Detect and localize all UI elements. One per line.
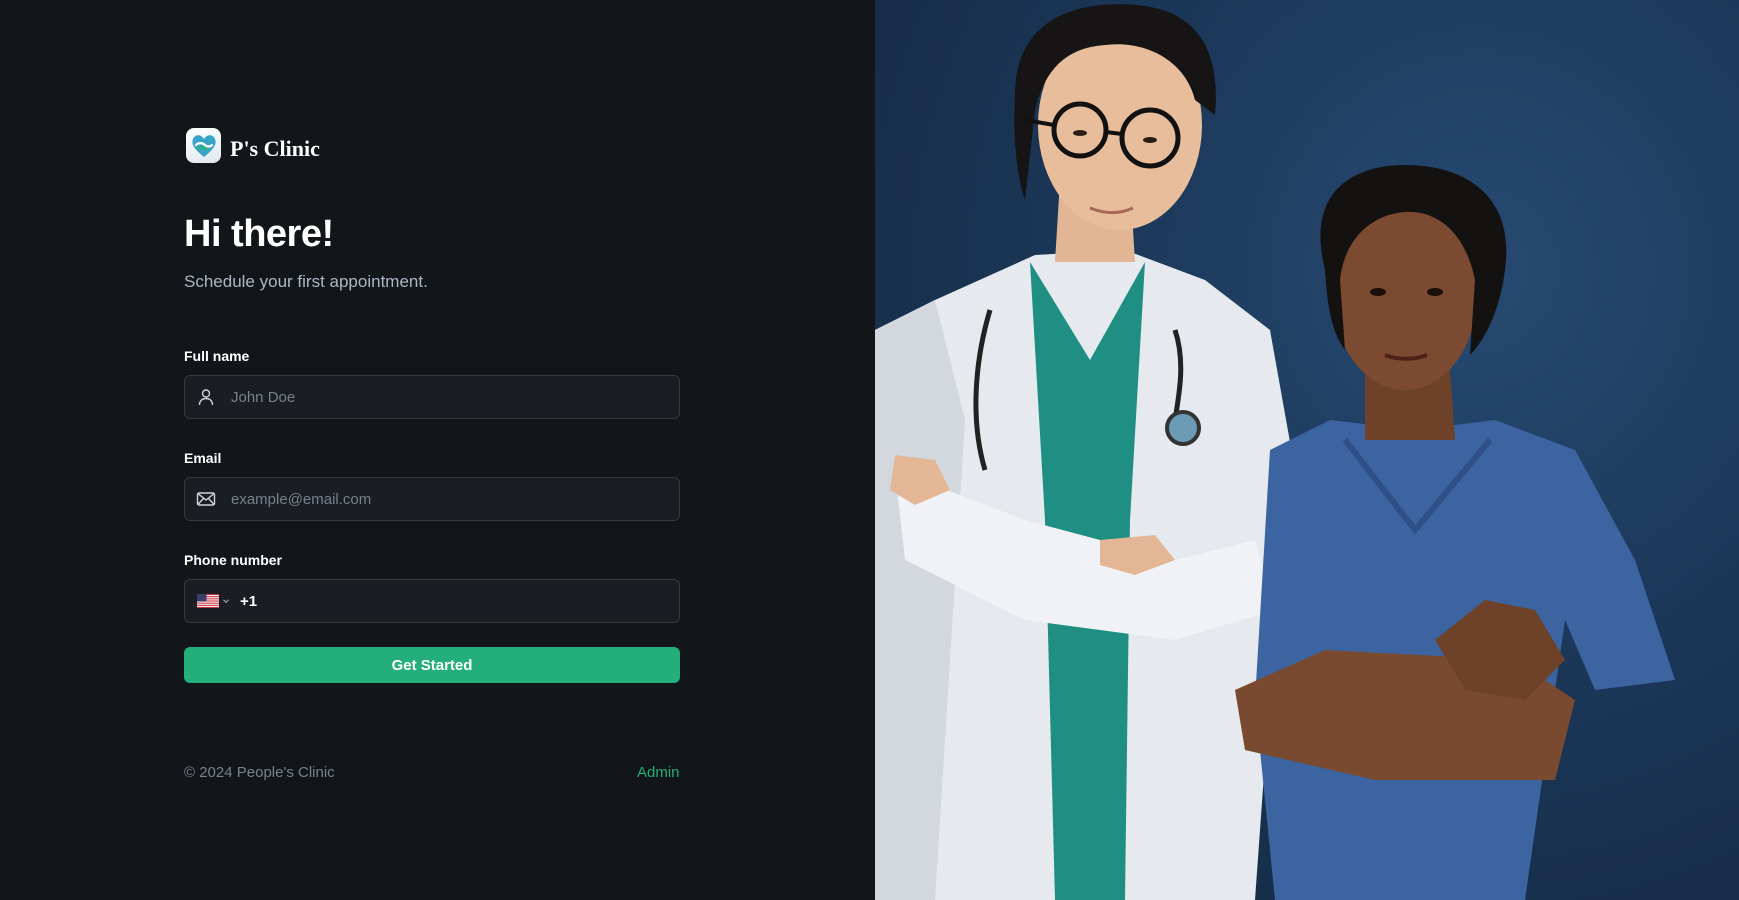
email-input[interactable]	[229, 489, 679, 509]
mail-icon	[196, 489, 216, 509]
brand: P's Clinic	[186, 128, 320, 163]
us-flag-icon	[197, 594, 219, 608]
phone-field-wrapper[interactable]: +1	[184, 579, 680, 623]
admin-link[interactable]: Admin	[637, 764, 680, 781]
full-name-input[interactable]	[229, 387, 679, 407]
full-name-label: Full name	[184, 348, 250, 364]
user-icon	[196, 387, 216, 407]
phone-input[interactable]	[261, 591, 679, 611]
heart-hands-logo-icon	[186, 128, 221, 163]
brand-name: P's Clinic	[230, 135, 320, 161]
page-title: Hi there!	[184, 213, 334, 255]
email-field-wrapper[interactable]	[184, 477, 680, 521]
phone-label: Phone number	[184, 552, 283, 568]
nurse-figure	[1235, 165, 1675, 900]
full-name-field-wrapper[interactable]	[184, 375, 680, 419]
doctor-figure	[875, 4, 1295, 900]
onboarding-panel: P's Clinic Hi there! Schedule your first…	[0, 0, 875, 900]
country-select[interactable]	[185, 594, 230, 608]
doctor-and-nurse-photo	[875, 0, 1739, 900]
dial-code: +1	[240, 592, 258, 610]
get-started-button[interactable]: Get Started	[184, 647, 680, 683]
copyright-text: © 2024 People's Clinic	[184, 764, 335, 781]
chevron-down-icon	[222, 597, 230, 605]
page-subtitle: Schedule your first appointment.	[184, 272, 428, 291]
email-label: Email	[184, 450, 222, 466]
